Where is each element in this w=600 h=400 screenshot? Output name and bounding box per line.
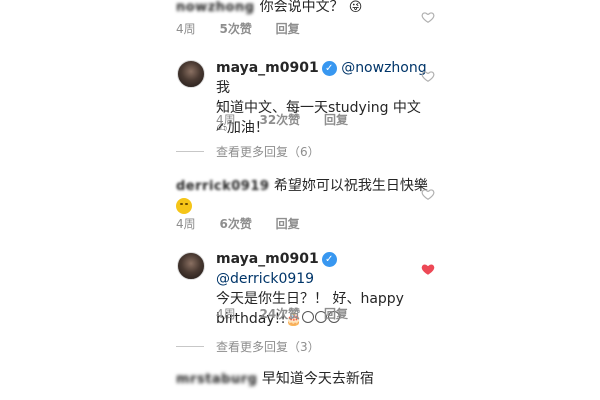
reply-button[interactable]: 回复	[324, 113, 348, 127]
reply-button[interactable]: 回复	[324, 307, 348, 321]
reply-button[interactable]: 回复	[276, 22, 300, 36]
smiling-face-icon	[176, 196, 192, 215]
reply-button[interactable]: 回复	[276, 217, 300, 231]
view-more-replies[interactable]: 查看更多回复（6）	[176, 143, 320, 160]
heart-filled-icon[interactable]	[421, 262, 435, 276]
comment-2: derrick0919 希望妳可以祝我生日快樂	[176, 176, 428, 197]
comment-text: 早知道今天去新宿	[261, 371, 374, 387]
reply-1-meta: 4周 32次赞 回复	[216, 111, 368, 128]
heart-outline-icon[interactable]	[421, 10, 435, 24]
view-more-label: 查看更多回复（6）	[216, 145, 320, 159]
heart-outline-icon[interactable]	[421, 69, 435, 83]
like-count[interactable]: 5次赞	[219, 22, 251, 36]
like-count[interactable]: 6次赞	[219, 217, 251, 231]
blurred-username[interactable]: nowzhong	[176, 0, 255, 15]
comment-2-meta: 4周 6次赞 回复	[176, 215, 320, 232]
reply-text-tail: 我	[216, 80, 230, 96]
blurred-username[interactable]: derrick0919	[176, 177, 269, 197]
comment-1-meta: 4周 5次赞 回复	[176, 20, 320, 37]
blurred-username[interactable]: mrstaburg	[176, 370, 257, 390]
comment-1: nowzhong 你会说中文？ 😜	[176, 0, 362, 17]
view-more-label: 查看更多回复（3）	[216, 340, 320, 354]
comment-text: 你会说中文？	[259, 0, 344, 15]
comment-3: mrstaburg 早知道今天去新宿	[176, 369, 374, 390]
reply-2-meta: 4周 24次赞 回复	[216, 305, 368, 322]
timestamp: 4周	[216, 113, 236, 127]
mention-link[interactable]: @derrick0919	[216, 271, 314, 287]
heart-outline-icon[interactable]	[421, 187, 435, 201]
verified-badge-icon: ✓	[321, 252, 337, 267]
winking-face-icon: 😜	[348, 0, 363, 15]
mention-link[interactable]: @nowzhong	[341, 60, 426, 76]
timestamp: 4周	[216, 307, 236, 321]
username[interactable]: maya_m0901	[216, 60, 319, 76]
comment-text: 希望妳可以祝我生日快樂	[273, 178, 428, 194]
like-count[interactable]: 24次赞	[259, 307, 300, 321]
view-more-replies[interactable]: 查看更多回复（3）	[176, 338, 320, 355]
timestamp: 4周	[176, 22, 196, 36]
divider-line	[176, 346, 204, 347]
avatar[interactable]	[177, 252, 205, 280]
like-count[interactable]: 32次赞	[259, 113, 300, 127]
username[interactable]: maya_m0901	[216, 251, 319, 267]
timestamp: 4周	[176, 217, 196, 231]
avatar[interactable]	[177, 60, 205, 88]
verified-badge-icon: ✓	[321, 61, 337, 76]
divider-line	[176, 151, 204, 152]
